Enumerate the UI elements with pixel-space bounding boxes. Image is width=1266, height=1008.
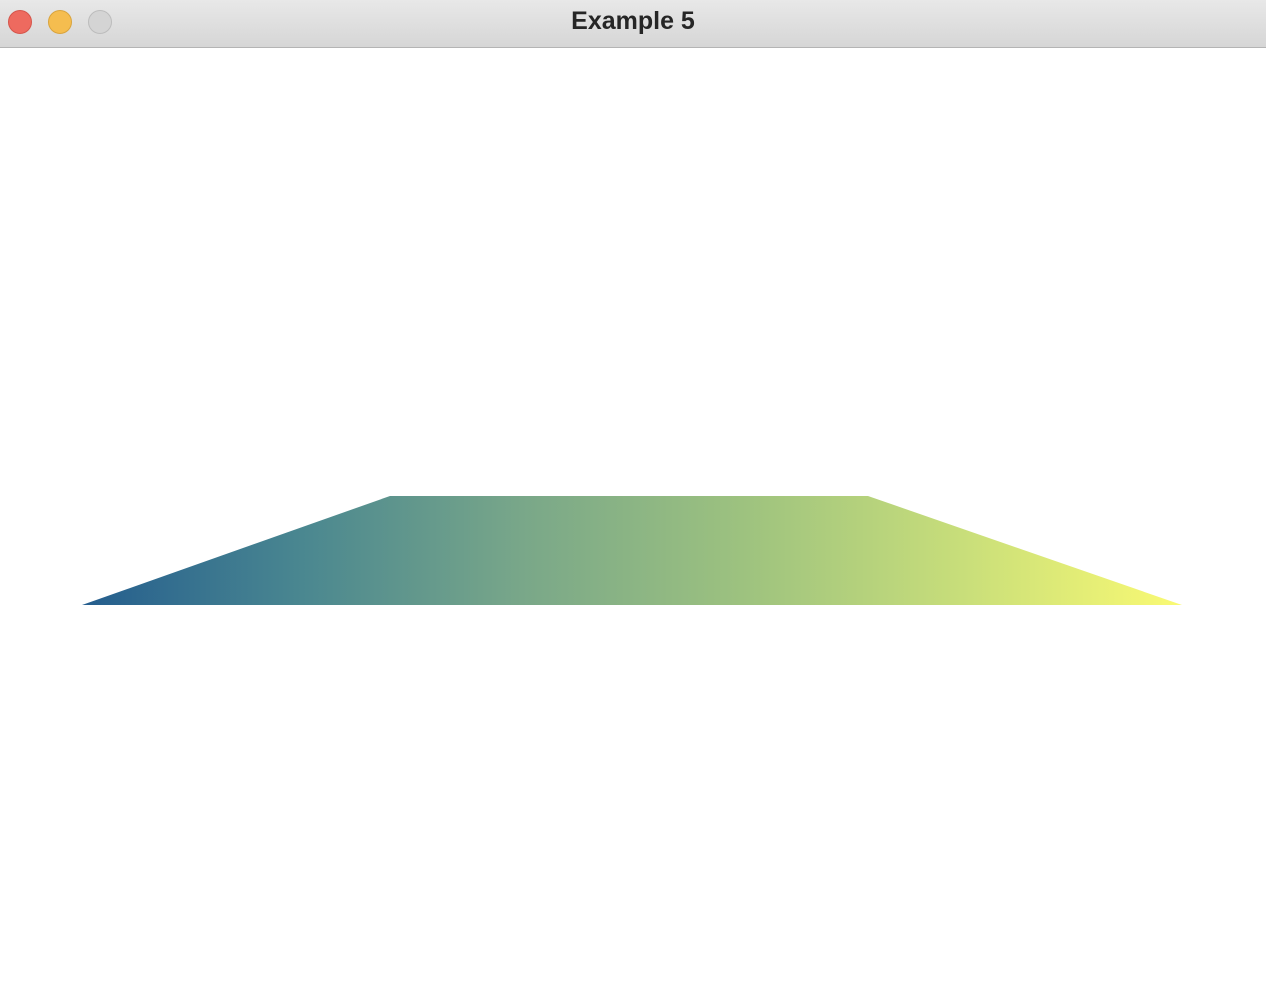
window-title: Example 5 [571, 7, 695, 35]
drawing-canvas [0, 49, 1266, 1008]
canvas-svg [82, 496, 1182, 605]
title-bar[interactable]: Example 5 [0, 0, 1266, 48]
gradient-trapezoid [82, 496, 1182, 605]
app-window: Example 5 [0, 0, 1266, 1008]
